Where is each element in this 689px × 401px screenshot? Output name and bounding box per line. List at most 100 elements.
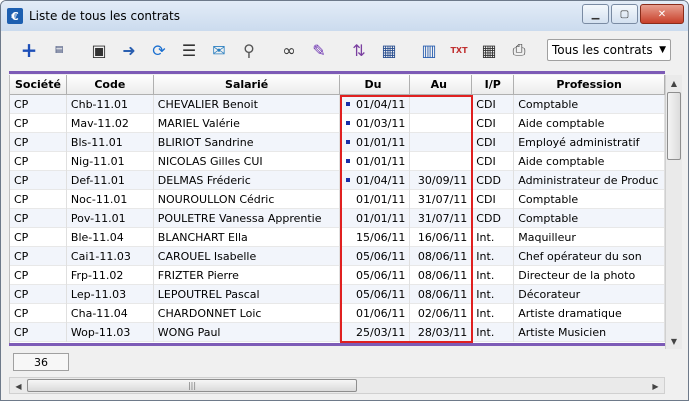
column-header-profession[interactable]: Profession: [514, 75, 665, 94]
scroll-down-icon[interactable]: ▼: [666, 333, 682, 349]
table-row[interactable]: CP Mav-11.02 MARIEL Valérie 01/03/11 CDI Aide…: [10, 113, 665, 133]
table-row[interactable]: CP Cha-11.04 CHARDONNET Loic 01/06/11 02/06/…: [10, 303, 665, 323]
column-header-ip[interactable]: I/P: [472, 75, 515, 94]
table-row[interactable]: CP Cai1-11.03 CAROUEL Isabelle 05/06/11 08/0…: [10, 246, 665, 266]
cell-au: 30/09/11: [410, 170, 473, 190]
letter-icon[interactable]: ✉: [205, 36, 233, 64]
cell-ip: Int.: [472, 322, 515, 342]
cell-du: 05/06/11: [340, 284, 411, 304]
title-bar[interactable]: € Liste de tous les contrats ▁ ▢ ✕: [1, 1, 688, 31]
column-header-societe[interactable]: Société: [10, 75, 67, 94]
close-button[interactable]: ✕: [640, 4, 684, 24]
contract-filter-select[interactable]: Tous les contrats ▼: [547, 39, 671, 61]
cell-text: 05/06/11: [355, 268, 406, 282]
cell-salarie: POULETRE Vanessa Apprentie: [154, 208, 341, 228]
column-header-salarie[interactable]: Salarié: [154, 75, 341, 94]
cell-au: 08/06/11: [410, 284, 473, 304]
cell-text: Directeur de la photo: [518, 268, 636, 282]
cell-ip: Int.: [472, 227, 515, 247]
open-icon[interactable]: ▣: [85, 36, 113, 64]
cell-code: Cha-11.04: [67, 303, 154, 323]
table-row[interactable]: CP Lep-11.03 LEPOUTREL Pascal 05/06/11 08/06…: [10, 284, 665, 304]
scroll-left-icon[interactable]: ◀: [11, 379, 26, 393]
glasses-icon[interactable]: ∞: [275, 36, 303, 64]
pen-icon[interactable]: ✎: [305, 36, 333, 64]
vertical-scroll-thumb[interactable]: [667, 92, 681, 160]
horizontal-scroll-thumb[interactable]: |||: [27, 379, 357, 392]
refresh-icon[interactable]: ⟳: [145, 36, 173, 64]
cell-text: Aide comptable: [518, 154, 605, 168]
transfer-icon[interactable]: ⇅: [345, 36, 373, 64]
table-row[interactable]: CP Noc-11.01 NOUROULLON Cédric 01/01/11 31/0…: [10, 189, 665, 209]
cell-text: 01/04/11: [355, 173, 406, 187]
status-marker-icon: [345, 159, 350, 163]
horizontal-scrollbar[interactable]: ◀ ||| ▶: [9, 377, 665, 394]
cell-salarie: CAROUEL Isabelle: [154, 246, 341, 266]
bottom-divider: [9, 343, 665, 346]
cell-profession: Comptable: [514, 208, 665, 228]
cell-text: 01/03/11: [355, 116, 406, 130]
cell-text: Lep-11.03: [70, 287, 127, 301]
cell-du: 25/03/11: [340, 322, 411, 342]
new-doc-icon[interactable]: ▥: [415, 36, 443, 64]
cell-code: Ble-11.04: [67, 227, 154, 247]
main-window: € Liste de tous les contrats ▁ ▢ ✕ + ▤ ▣…: [0, 0, 689, 401]
cell-au: [410, 151, 473, 171]
cell-salarie: CHEVALIER Benoit: [154, 94, 341, 114]
print-icon[interactable]: ⎙: [505, 36, 533, 64]
column-header-du[interactable]: Du: [340, 75, 411, 94]
cell-au: 08/06/11: [410, 265, 473, 285]
cell-au: 31/07/11: [410, 208, 473, 228]
export-icon[interactable]: ➜: [115, 36, 143, 64]
minimize-button[interactable]: ▁: [582, 4, 609, 24]
table-row[interactable]: CP Chb-11.01 CHEVALIER Benoit 01/04/11 CDI Co…: [10, 94, 665, 114]
table-row[interactable]: CP Frp-11.02 FRIZTER Pierre 05/06/11 08/06/1…: [10, 265, 665, 285]
cell-text: BLIRIOT Sandrine: [157, 135, 254, 149]
grid-icon[interactable]: ▦: [475, 36, 503, 64]
search-icon[interactable]: ⚲: [235, 36, 263, 64]
cell-text: CHARDONNET Loic: [157, 306, 262, 320]
cell-societe: CP: [10, 227, 67, 247]
cell-text: 28/03/11: [417, 325, 468, 339]
cell-text: 25/03/11: [355, 325, 406, 339]
table-row[interactable]: CP Def-11.01 DELMAS Fréderic 01/04/11 30/09/…: [10, 170, 665, 190]
list-icon[interactable]: ☰: [175, 36, 203, 64]
table-row[interactable]: CP Ble-11.04 BLANCHART Ella 15/06/11 16/06/1…: [10, 227, 665, 247]
cell-au: 16/06/11: [410, 227, 473, 247]
cell-au: 02/06/11: [410, 303, 473, 323]
maximize-button[interactable]: ▢: [611, 4, 638, 24]
cell-ip: CDD: [472, 170, 515, 190]
cell-code: Bls-11.01: [67, 132, 154, 152]
app-icon: €: [7, 8, 23, 24]
cell-text: CP: [14, 249, 29, 263]
cell-text: DELMAS Fréderic: [157, 173, 251, 187]
cell-text: 02/06/11: [417, 306, 468, 320]
scroll-right-icon[interactable]: ▶: [648, 379, 663, 393]
vertical-scrollbar[interactable]: ▲ ▼: [665, 75, 682, 349]
cell-text: Aide comptable: [518, 116, 605, 130]
column-header-code[interactable]: Code: [67, 75, 154, 94]
cell-text: Noc-11.01: [70, 192, 128, 206]
cell-au: 31/07/11: [410, 189, 473, 209]
cell-profession: Artiste Musicien: [514, 322, 665, 342]
save-icon[interactable]: ▦: [375, 36, 403, 64]
table-row[interactable]: CP Pov-11.01 POULETRE Vanessa Apprentie 01/…: [10, 208, 665, 228]
cell-text: 15/06/11: [355, 230, 406, 244]
duplicate-icon[interactable]: ▤: [45, 36, 73, 64]
add-icon[interactable]: +: [15, 36, 43, 64]
column-header-au[interactable]: Au: [410, 75, 473, 94]
status-marker-icon: [345, 121, 350, 125]
table-row[interactable]: CP Nig-11.01 NICOLAS Gilles CUI 01/01/11 CDI…: [10, 151, 665, 171]
cell-ip: CDI: [472, 94, 515, 114]
table-row[interactable]: CP Wop-11.03 WONG Paul 25/03/11 28/03/11 Int.…: [10, 322, 665, 342]
cell-text: LEPOUTREL Pascal: [157, 287, 260, 301]
cell-text: Def-11.01: [70, 173, 125, 187]
cell-profession: Chef opérateur du son: [514, 246, 665, 266]
cell-societe: CP: [10, 94, 67, 114]
table-row[interactable]: CP Bls-11.01 BLIRIOT Sandrine 01/01/11 CDI Em…: [10, 132, 665, 152]
text-icon[interactable]: TXT: [445, 36, 473, 64]
cell-text: 01/06/11: [355, 306, 406, 320]
cell-text: 05/06/11: [355, 249, 406, 263]
cell-text: POULETRE Vanessa Apprentie: [157, 211, 322, 225]
scroll-up-icon[interactable]: ▲: [666, 75, 682, 91]
